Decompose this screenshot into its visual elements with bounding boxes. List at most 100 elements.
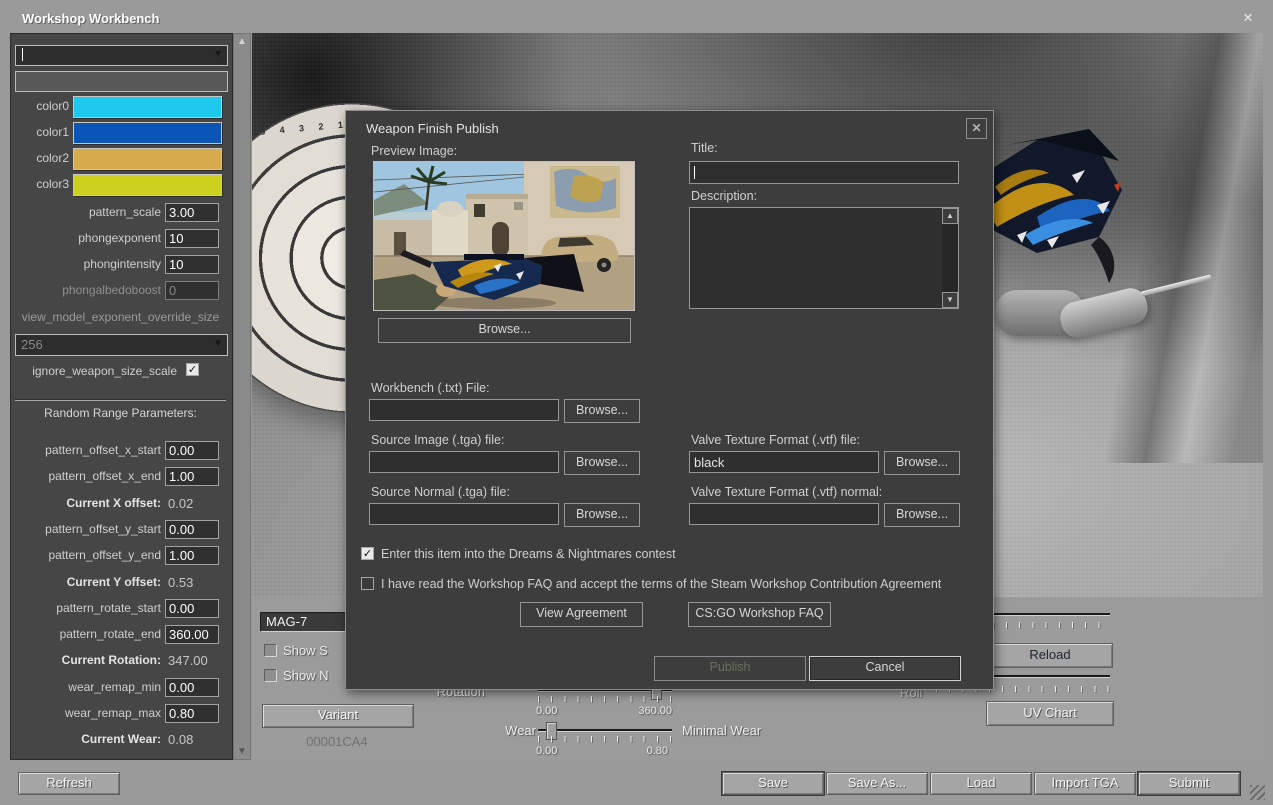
pattern-scale-input[interactable] bbox=[165, 203, 219, 222]
view-model-size-combobox[interactable]: 256 ▼ bbox=[15, 334, 228, 356]
workbench-file-input[interactable] bbox=[369, 399, 559, 421]
current-wear-row: Current Wear: 0.08 bbox=[11, 730, 230, 752]
color2-swatch[interactable] bbox=[73, 148, 222, 170]
ignore-weapon-size-row: ignore_weapon_size_scale ✓ bbox=[11, 362, 230, 384]
pattern-offset-y-start-row: pattern_offset_y_start bbox=[11, 520, 230, 542]
dialog-close-icon[interactable]: ✕ bbox=[966, 118, 987, 139]
divider bbox=[15, 399, 226, 401]
color0-swatch[interactable] bbox=[73, 96, 222, 118]
submit-button[interactable]: Submit bbox=[1138, 772, 1240, 795]
workshop-workbench-window: Workshop Workbench × ▼ color0 color1 col… bbox=[0, 0, 1273, 805]
source-image-input[interactable] bbox=[369, 451, 559, 473]
weapon-select-value: MAG-7 bbox=[266, 614, 307, 629]
description-scrollbar[interactable]: ▲ ▼ bbox=[942, 208, 958, 308]
current-wear-value: 0.08 bbox=[168, 732, 193, 747]
ignore-weapon-size-label: ignore_weapon_size_scale bbox=[11, 364, 177, 378]
scroll-down-icon[interactable]: ▼ bbox=[942, 292, 958, 308]
pattern-rotate-end-input[interactable] bbox=[165, 625, 219, 644]
show-stattrak-checkbox[interactable] bbox=[264, 644, 277, 657]
preview-image-label: Preview Image: bbox=[371, 144, 457, 158]
color1-swatch[interactable] bbox=[73, 122, 222, 144]
color3-swatch[interactable] bbox=[73, 174, 222, 196]
wear-slider-ticks bbox=[538, 736, 673, 742]
color2-row: color2 bbox=[11, 148, 230, 170]
source-image-browse-button[interactable]: Browse... bbox=[564, 451, 640, 475]
phongintensity-label: phongintensity bbox=[11, 257, 161, 271]
show-nametag-label: Show N bbox=[283, 668, 329, 683]
checkmark-icon: ✓ bbox=[363, 548, 372, 560]
preview-scene bbox=[374, 162, 634, 310]
title-input[interactable] bbox=[689, 161, 959, 184]
pattern-offset-y-start-input[interactable] bbox=[165, 520, 219, 539]
save-as-button[interactable]: Save As... bbox=[826, 772, 928, 795]
vtf-file-input[interactable] bbox=[689, 451, 879, 473]
pattern-offset-y-end-input[interactable] bbox=[165, 546, 219, 565]
view-agreement-button[interactable]: View Agreement bbox=[520, 602, 643, 627]
save-button[interactable]: Save bbox=[722, 772, 824, 795]
pattern-offset-x-start-input[interactable] bbox=[165, 441, 219, 460]
current-x-offset-label: Current X offset: bbox=[11, 496, 161, 510]
current-y-offset-label: Current Y offset: bbox=[11, 575, 161, 589]
scroll-up-icon[interactable]: ▲ bbox=[234, 36, 250, 47]
pattern-name-field[interactable] bbox=[15, 71, 228, 92]
wear-remap-min-input[interactable] bbox=[165, 678, 219, 697]
contest-checkbox-label: Enter this item into the Dreams & Nightm… bbox=[381, 547, 676, 561]
agreement-checkbox[interactable] bbox=[361, 577, 374, 590]
current-rotation-value: 347.00 bbox=[168, 653, 208, 668]
wear-name-label: Minimal Wear bbox=[682, 723, 761, 738]
pattern-offset-x-end-input[interactable] bbox=[165, 467, 219, 486]
variant-button[interactable]: Variant bbox=[262, 704, 414, 728]
text-caret bbox=[694, 166, 695, 179]
contest-checkbox[interactable]: ✓ bbox=[361, 547, 374, 560]
current-x-offset-value: 0.02 bbox=[168, 496, 193, 511]
preview-image bbox=[373, 161, 635, 311]
color1-label: color1 bbox=[11, 125, 69, 139]
publish-button: Publish bbox=[654, 656, 806, 681]
workshop-faq-button[interactable]: CS:GO Workshop FAQ bbox=[688, 602, 831, 627]
phongalbedoboost-label: phongalbedoboost bbox=[11, 283, 161, 297]
uv-chart-button[interactable]: UV Chart bbox=[986, 701, 1114, 726]
source-normal-input[interactable] bbox=[369, 503, 559, 525]
wear-slider-track[interactable] bbox=[538, 729, 672, 731]
window-title: Workshop Workbench bbox=[22, 11, 159, 26]
workbench-browse-button[interactable]: Browse... bbox=[564, 399, 640, 423]
current-y-offset-value: 0.53 bbox=[168, 575, 193, 590]
preview-browse-button[interactable]: Browse... bbox=[378, 318, 631, 343]
source-normal-browse-button[interactable]: Browse... bbox=[564, 503, 640, 527]
import-tga-button[interactable]: Import TGA bbox=[1034, 772, 1136, 795]
pattern-seed-value: 00001CA4 bbox=[262, 734, 412, 749]
scroll-down-icon[interactable]: ▼ bbox=[234, 746, 250, 757]
param-label: pattern_offset_y_end bbox=[11, 548, 161, 562]
color1-row: color1 bbox=[11, 122, 230, 144]
finish-style-combobox[interactable]: ▼ bbox=[15, 45, 228, 66]
color2-label: color2 bbox=[11, 151, 69, 165]
reload-button[interactable]: Reload bbox=[987, 643, 1113, 668]
pattern-rotate-start-row: pattern_rotate_start bbox=[11, 599, 230, 621]
pattern-scale-row: pattern_scale bbox=[11, 203, 230, 225]
show-nametag-checkbox[interactable] bbox=[264, 669, 277, 682]
window-close-icon[interactable]: × bbox=[1238, 8, 1258, 28]
show-stattrak-label: Show S bbox=[283, 643, 328, 658]
pattern-rotate-start-input[interactable] bbox=[165, 599, 219, 618]
vtf-normal-browse-button[interactable]: Browse... bbox=[884, 503, 960, 527]
refresh-button[interactable]: Refresh bbox=[18, 772, 120, 795]
phongintensity-input[interactable] bbox=[165, 255, 219, 274]
scroll-up-icon[interactable]: ▲ bbox=[942, 208, 958, 224]
vtf-normal-input[interactable] bbox=[689, 503, 879, 525]
current-rotation-row: Current Rotation: 347.00 bbox=[11, 651, 230, 673]
phongexponent-input[interactable] bbox=[165, 229, 219, 248]
load-button[interactable]: Load bbox=[930, 772, 1032, 795]
wear-remap-max-input[interactable] bbox=[165, 704, 219, 723]
resize-grip[interactable] bbox=[1250, 785, 1265, 800]
vtf-file-browse-button[interactable]: Browse... bbox=[884, 451, 960, 475]
rotation-max-label: 360.00 bbox=[582, 705, 672, 717]
rotation-min-label: 0.00 bbox=[536, 705, 557, 717]
description-textarea[interactable] bbox=[689, 207, 959, 309]
weapon-finish-publish-dialog: Weapon Finish Publish ✕ Preview Image: bbox=[345, 110, 994, 690]
sidebar-scrollbar[interactable]: ▲ ▼ bbox=[233, 33, 251, 760]
wear-remap-max-row: wear_remap_max bbox=[11, 704, 230, 726]
ignore-weapon-size-checkbox[interactable]: ✓ bbox=[186, 363, 199, 376]
cancel-button[interactable]: Cancel bbox=[809, 656, 961, 681]
param-label: pattern_offset_x_start bbox=[11, 443, 161, 457]
wear-max-label: 0.80 bbox=[582, 745, 668, 757]
